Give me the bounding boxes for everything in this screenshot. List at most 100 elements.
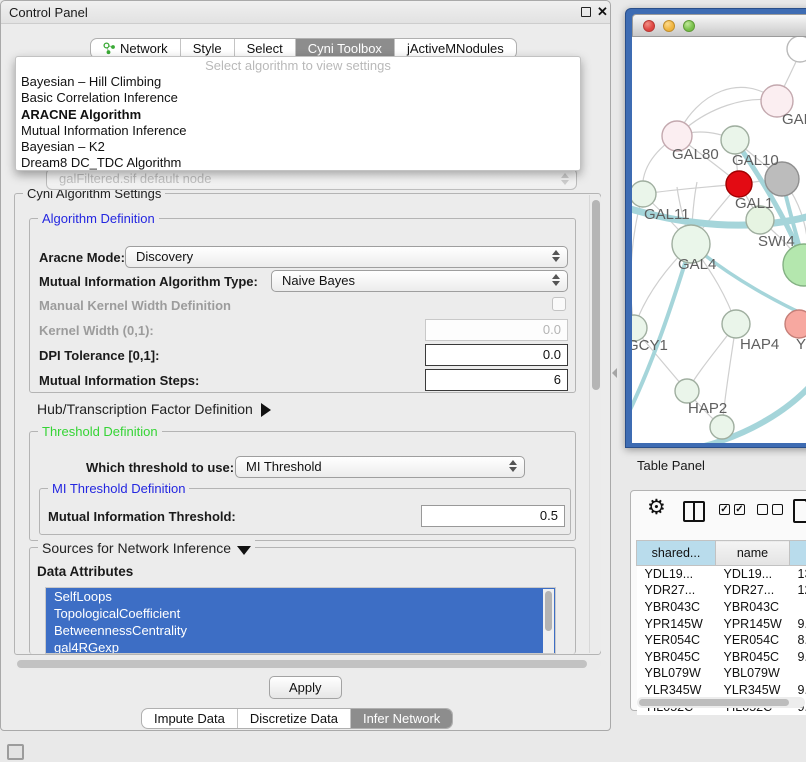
- kernel-width-field[interactable]: 0.0: [425, 319, 568, 341]
- algorithm-option[interactable]: Bayesian – Hill Climbing: [16, 74, 580, 90]
- hub-definition-toggle[interactable]: Hub/Transcription Factor Definition: [37, 401, 271, 417]
- hub-definition-label: Hub/Transcription Factor Definition: [37, 401, 253, 417]
- table-cell: 9.: [790, 615, 806, 632]
- network-window-titlebar[interactable]: [632, 14, 806, 37]
- node-label: GCY1: [632, 337, 668, 354]
- attribute-item[interactable]: gal4RGexp: [46, 639, 555, 654]
- expand-arrow-icon: [261, 403, 271, 417]
- dropdown-placeholder: Select algorithm to view settings: [16, 57, 580, 74]
- table-cell: YBR045C: [716, 648, 790, 665]
- tab-label: Discretize Data: [250, 711, 338, 726]
- deselect-all-columns-icon[interactable]: [757, 504, 783, 515]
- network-node[interactable]: [783, 244, 806, 286]
- table-row[interactable]: YLR345WYLR345W9.: [637, 682, 806, 699]
- collapse-arrow-icon[interactable]: [237, 546, 251, 555]
- network-node[interactable]: [726, 171, 752, 197]
- algorithm-definition-title: Algorithm Definition: [38, 211, 159, 226]
- table-cell: [790, 599, 806, 616]
- aracne-mode-combo[interactable]: Discovery: [125, 246, 568, 268]
- settings-vertical-scrollbar[interactable]: [589, 195, 601, 653]
- network-node[interactable]: [710, 415, 734, 439]
- zoom-traffic-light-icon[interactable]: [683, 20, 695, 32]
- tab-infer-network[interactable]: Infer Network: [351, 709, 452, 728]
- tab-impute-data[interactable]: Impute Data: [142, 709, 238, 728]
- data-attributes-list[interactable]: SelfLoopsTopologicalCoefficientBetweenne…: [45, 587, 556, 654]
- table-horizontal-scrollbar[interactable]: [637, 697, 805, 708]
- table-row[interactable]: YDR27...YDR27...12: [637, 582, 806, 599]
- mi-type-value: Naive Bayes: [282, 273, 355, 288]
- table-cell: YER054C: [637, 632, 716, 649]
- attributes-scrollbar[interactable]: [543, 589, 554, 653]
- which-threshold-label: Which threshold to use:: [86, 460, 234, 475]
- apply-button[interactable]: Apply: [269, 676, 342, 699]
- close-traffic-light-icon[interactable]: [643, 20, 655, 32]
- column-header[interactable]: A: [790, 541, 806, 566]
- algorithm-option[interactable]: ARACNE Algorithm: [16, 107, 580, 123]
- new-table-icon[interactable]: [793, 499, 806, 523]
- attribute-item[interactable]: SelfLoops: [46, 588, 555, 605]
- table-cell: YPR145W: [716, 615, 790, 632]
- float-window-icon[interactable]: [581, 7, 591, 17]
- close-icon[interactable]: ✕: [597, 4, 608, 20]
- table-cell: YBR045C: [637, 648, 716, 665]
- table-row[interactable]: YBR043CYBR043C: [637, 599, 806, 616]
- column-header[interactable]: name: [716, 541, 790, 566]
- algorithm-option[interactable]: Dream8 DC_TDC Algorithm: [16, 155, 580, 171]
- kernel-width-label: Kernel Width (0,1):: [39, 323, 154, 338]
- minimize-traffic-light-icon[interactable]: [663, 20, 675, 32]
- tab-discretize-data[interactable]: Discretize Data: [238, 709, 351, 728]
- table-row[interactable]: YDL19...YDL19...13: [637, 566, 806, 583]
- panel-splitter-handle[interactable]: [612, 368, 617, 378]
- column-header[interactable]: shared...: [637, 541, 716, 566]
- table-row[interactable]: YER054CYER054C8.: [637, 632, 806, 649]
- node-label: GAL: [782, 111, 806, 128]
- algorithm-option[interactable]: Basic Correlation Inference: [16, 90, 580, 106]
- node-label: GAL80: [672, 146, 719, 163]
- node-label: GAL10: [732, 152, 779, 169]
- table-cell: YBR043C: [637, 599, 716, 616]
- settings-horizontal-scrollbar[interactable]: [15, 658, 601, 670]
- attribute-item[interactable]: BetweennessCentrality: [46, 622, 555, 639]
- mi-steps-label: Mutual Information Steps:: [39, 373, 199, 388]
- network-node[interactable]: [632, 181, 656, 207]
- docked-panel-icon[interactable]: [7, 744, 24, 760]
- table-row[interactable]: YPR145WYPR145W9.: [637, 615, 806, 632]
- columns-icon[interactable]: [683, 501, 705, 522]
- select-all-columns-icon[interactable]: ✓✓: [719, 504, 745, 515]
- mi-type-combo[interactable]: Naive Bayes: [271, 270, 568, 292]
- network-node[interactable]: [785, 310, 806, 338]
- gear-icon[interactable]: ⚙: [647, 497, 666, 518]
- tab-label: Select: [247, 41, 283, 56]
- algorithm-option[interactable]: Bayesian – K2: [16, 139, 580, 155]
- table-row[interactable]: YBR045CYBR045C9.: [637, 648, 806, 665]
- aracne-mode-value: Discovery: [136, 249, 193, 264]
- table-panel-title: Table Panel: [637, 458, 705, 473]
- table-cell: 9.: [790, 648, 806, 665]
- which-threshold-combo[interactable]: MI Threshold: [235, 456, 525, 478]
- tab-label: jActiveMNodules: [407, 41, 504, 56]
- manual-kernel-checkbox[interactable]: [552, 297, 566, 311]
- tab-label: Style: [193, 41, 222, 56]
- network-canvas[interactable]: GALGAL80GAL10GAL1GAL11SWI4GAL4GCY1HAP4YH…: [632, 37, 806, 443]
- threshold-definition-title: Threshold Definition: [38, 424, 162, 439]
- node-attribute-table[interactable]: shared...nameA YDL19...YDL19...13YDR27..…: [636, 540, 806, 715]
- table-cell: YLR345W: [716, 682, 790, 699]
- dpi-tolerance-field[interactable]: 0.0: [425, 344, 568, 366]
- dpi-tolerance-label: DPI Tolerance [0,1]:: [39, 348, 159, 363]
- network-node[interactable]: [721, 126, 749, 154]
- attribute-item[interactable]: TopologicalCoefficient: [46, 605, 555, 622]
- mi-threshold-field[interactable]: 0.5: [421, 505, 565, 527]
- network-collection-value: galFiltered.sif default node: [59, 171, 211, 186]
- aracne-mode-label: Aracne Mode:: [39, 250, 125, 265]
- node-label: GAL1: [735, 195, 773, 212]
- mi-steps-field[interactable]: 6: [425, 369, 568, 391]
- network-node[interactable]: [722, 310, 750, 338]
- table-cell: YBL079W: [716, 665, 790, 682]
- table-cell: 8.: [790, 632, 806, 649]
- algorithm-option[interactable]: Mutual Information Inference: [16, 123, 580, 139]
- control-panel-titlebar: Control Panel ✕: [1, 1, 610, 24]
- table-row[interactable]: YBL079WYBL079W: [637, 665, 806, 682]
- network-node[interactable]: [787, 37, 806, 62]
- mi-threshold-label: Mutual Information Threshold:: [48, 509, 236, 524]
- table-cell: YDL19...: [637, 566, 716, 583]
